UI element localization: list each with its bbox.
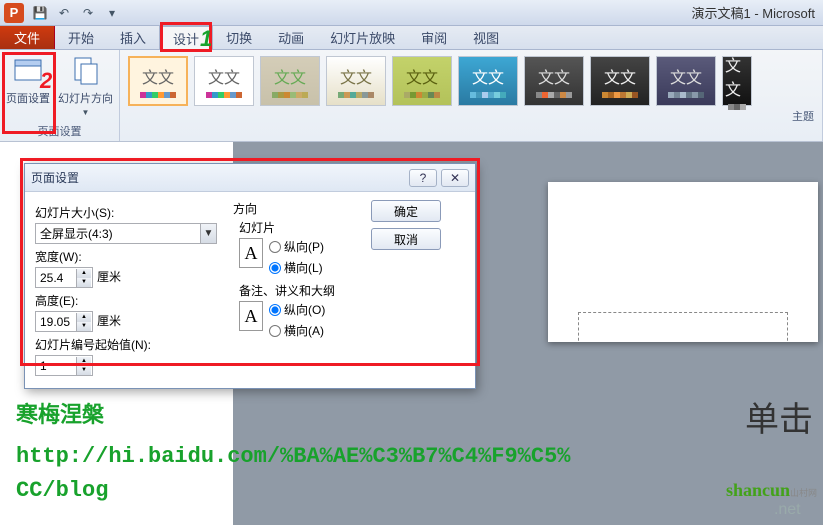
overlay-line-2: http://hi.baidu.com/%BA%AE%C3%B7%C4%F9%C… bbox=[16, 440, 571, 473]
themes-gallery: 文文 文文 文文 文文 文文 文文 文文 文文 文文 文文 bbox=[124, 52, 818, 106]
theme-thumbnail[interactable]: 文文 bbox=[656, 56, 716, 106]
cancel-button[interactable]: 取消 bbox=[371, 228, 441, 250]
height-spinner[interactable]: ▲▼ bbox=[35, 311, 93, 332]
width-spinner[interactable]: ▲▼ bbox=[35, 267, 93, 288]
tab-view[interactable]: 视图 bbox=[460, 26, 512, 49]
placeholder-text: 单击 bbox=[745, 392, 813, 441]
height-label: 高度(E): bbox=[35, 292, 225, 309]
chevron-down-icon[interactable]: ▼ bbox=[200, 224, 216, 243]
theme-thumbnail[interactable]: 文文 bbox=[128, 56, 188, 106]
app-icon: P bbox=[4, 3, 24, 23]
page-setup-dialog: 页面设置 ? ✕ 幻灯片大小(S): ▼ 宽度(W): ▲▼ 厘米 高度(E): bbox=[24, 163, 476, 389]
tab-transition[interactable]: 切换 bbox=[213, 26, 265, 49]
callout-label-1: 1 bbox=[200, 26, 212, 52]
slide[interactable] bbox=[548, 182, 818, 342]
tab-file[interactable]: 文件 bbox=[0, 26, 55, 49]
theme-thumbnail[interactable]: 文文 bbox=[392, 56, 452, 106]
spin-down-icon[interactable]: ▼ bbox=[77, 366, 91, 375]
spin-up-icon[interactable]: ▲ bbox=[77, 269, 91, 278]
theme-thumbnail[interactable]: 文文 bbox=[722, 56, 752, 106]
ribbon-group-page-setup: 页面设置 幻灯片方向 ▼ 页面设置 bbox=[0, 50, 120, 141]
ribbon-group-themes: 文文 文文 文文 文文 文文 文文 文文 文文 文文 文文 主题 bbox=[120, 50, 823, 141]
ribbon: 页面设置 幻灯片方向 ▼ 页面设置 文文 文文 文文 文文 文文 文文 文文 文… bbox=[0, 50, 823, 142]
orientation-title: 方向 bbox=[233, 200, 363, 217]
width-label: 宽度(W): bbox=[35, 248, 225, 265]
close-button[interactable]: ✕ bbox=[441, 169, 469, 187]
ribbon-group-label: 主题 bbox=[792, 106, 814, 126]
theme-thumbnail[interactable]: 文文 bbox=[194, 56, 254, 106]
slide-size-combo[interactable]: ▼ bbox=[35, 223, 217, 244]
orientation-icon: A bbox=[239, 301, 263, 331]
tab-insert[interactable]: 插入 bbox=[107, 26, 159, 49]
callout-label-2: 2 bbox=[40, 68, 52, 94]
height-input[interactable] bbox=[36, 315, 76, 329]
slides-group-label: 幻灯片 bbox=[239, 219, 363, 236]
orientation-icon: A bbox=[239, 238, 263, 268]
slide-size-label: 幻灯片大小(S): bbox=[35, 204, 225, 221]
theme-thumbnail[interactable]: 文文 bbox=[326, 56, 386, 106]
unit-label: 厘米 bbox=[97, 268, 121, 285]
radio-landscape-l[interactable]: 横向(L) bbox=[269, 259, 324, 276]
unit-label: 厘米 bbox=[97, 312, 121, 329]
spin-up-icon[interactable]: ▲ bbox=[77, 313, 91, 322]
theme-thumbnail[interactable]: 文文 bbox=[524, 56, 584, 106]
help-button[interactable]: ? bbox=[409, 169, 437, 187]
theme-thumbnail[interactable]: 文文 bbox=[590, 56, 650, 106]
qat-customize-icon[interactable]: ▾ bbox=[102, 3, 122, 23]
dialog-title: 页面设置 bbox=[31, 169, 409, 186]
quick-access-toolbar: 💾 ↶ ↷ ▾ bbox=[30, 3, 122, 23]
watermark-brand: shancun bbox=[726, 480, 790, 500]
titlebar: P 💾 ↶ ↷ ▾ 演示文稿1 - Microsoft bbox=[0, 0, 823, 26]
placeholder[interactable] bbox=[578, 312, 788, 342]
number-from-label: 幻灯片编号起始值(N): bbox=[35, 336, 225, 353]
overlay-line-3: CC/blog bbox=[16, 474, 108, 507]
chevron-down-icon: ▼ bbox=[82, 108, 90, 117]
radio-portrait-o[interactable]: 纵向(O) bbox=[269, 301, 325, 318]
ribbon-tabs: 文件 开始 插入 设计 切换 动画 幻灯片放映 审阅 视图 bbox=[0, 26, 823, 50]
tab-home[interactable]: 开始 bbox=[55, 26, 107, 49]
dialog-titlebar: 页面设置 ? ✕ bbox=[25, 164, 475, 192]
undo-icon[interactable]: ↶ bbox=[54, 3, 74, 23]
watermark-zh: 山村网 bbox=[790, 488, 817, 498]
radio-landscape-a[interactable]: 横向(A) bbox=[269, 322, 325, 339]
theme-thumbnail[interactable]: 文文 bbox=[260, 56, 320, 106]
notes-group-label: 备注、讲义和大纲 bbox=[239, 282, 363, 299]
tab-animation[interactable]: 动画 bbox=[265, 26, 317, 49]
ok-button[interactable]: 确定 bbox=[371, 200, 441, 222]
slide-size-input[interactable] bbox=[36, 227, 200, 241]
orientation-icon bbox=[69, 54, 103, 88]
number-input[interactable] bbox=[36, 359, 76, 373]
spin-up-icon[interactable]: ▲ bbox=[77, 357, 91, 366]
tab-slideshow[interactable]: 幻灯片放映 bbox=[317, 26, 408, 49]
window-title: 演示文稿1 - Microsoft bbox=[691, 3, 819, 22]
width-input[interactable] bbox=[36, 271, 76, 285]
tab-review[interactable]: 审阅 bbox=[408, 26, 460, 49]
slide-orientation-button[interactable]: 幻灯片方向 ▼ bbox=[56, 52, 115, 119]
ribbon-group-label: 页面设置 bbox=[4, 121, 115, 141]
spin-down-icon[interactable]: ▼ bbox=[77, 278, 91, 287]
number-spinner[interactable]: ▲▼ bbox=[35, 355, 93, 376]
redo-icon[interactable]: ↷ bbox=[78, 3, 98, 23]
spin-down-icon[interactable]: ▼ bbox=[77, 322, 91, 331]
watermark-tld: .net bbox=[774, 501, 801, 518]
radio-portrait-p[interactable]: 纵向(P) bbox=[269, 238, 324, 255]
overlay-line-1: 寒梅涅槃 bbox=[16, 400, 104, 433]
save-icon[interactable]: 💾 bbox=[30, 3, 50, 23]
watermark: shancun山村网 .net bbox=[726, 480, 817, 519]
theme-thumbnail[interactable]: 文文 bbox=[458, 56, 518, 106]
